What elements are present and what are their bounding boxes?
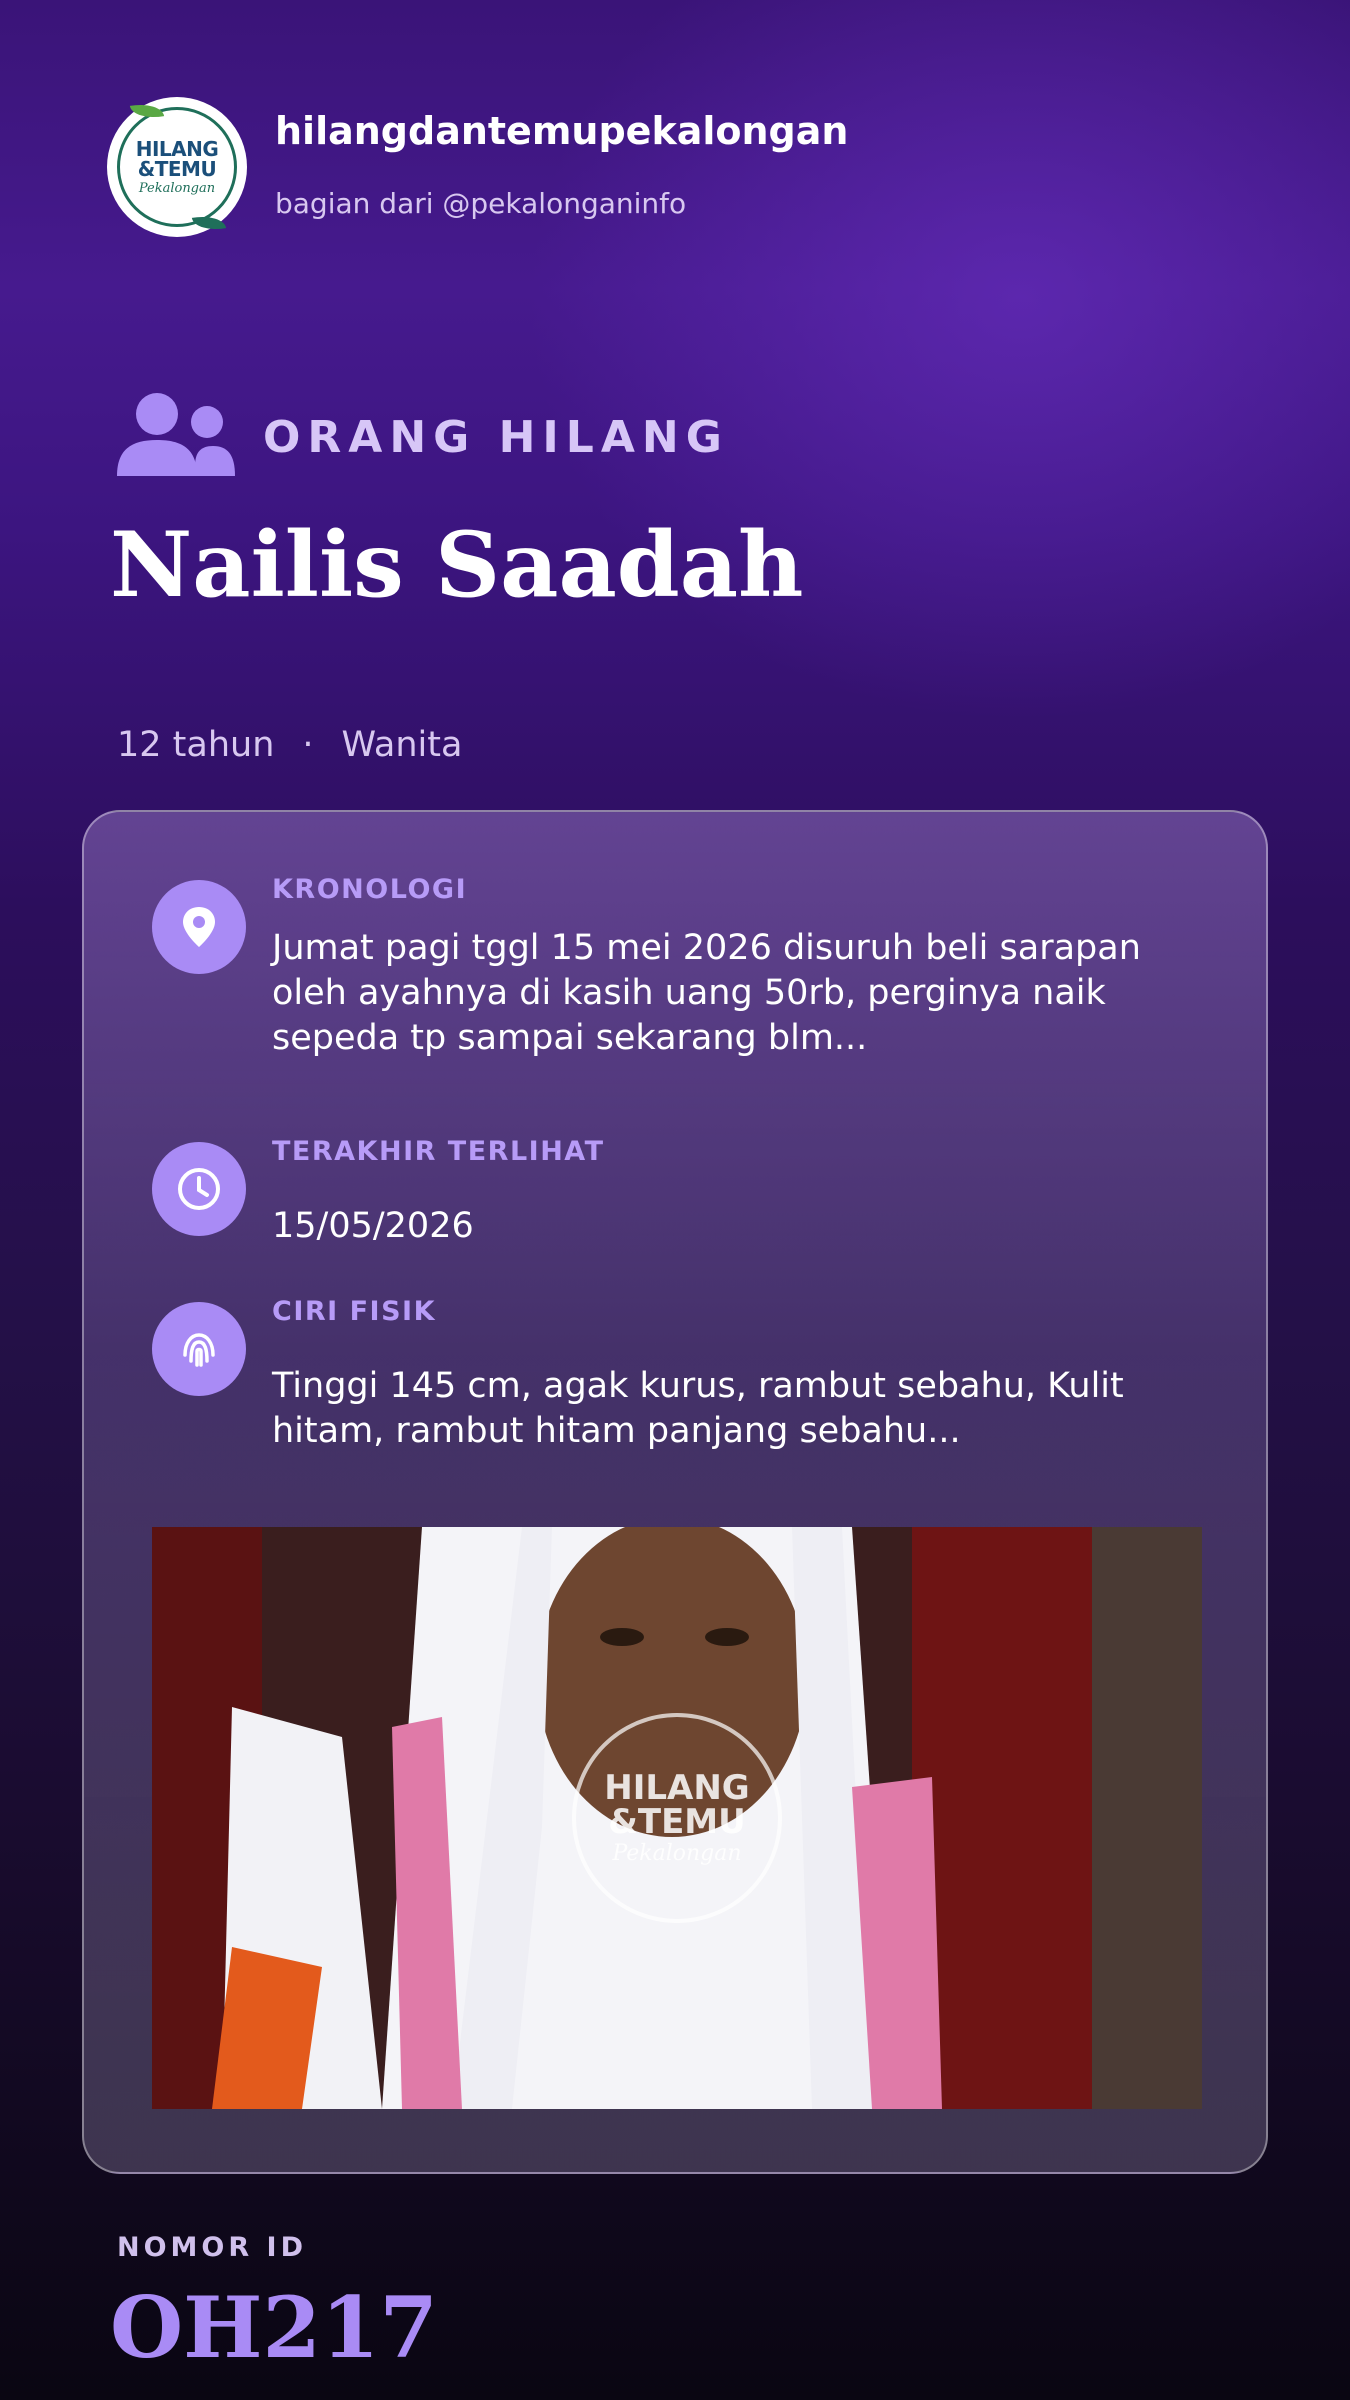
watermark-line-2: &TEMU	[608, 1802, 746, 1842]
person-photo[interactable]: HILANG &TEMU Pekalongan	[152, 1527, 1202, 2109]
category-label: ORANG HILANG	[263, 411, 729, 463]
person-gender: Wanita	[341, 725, 463, 765]
watermark-line-3: Pekalongan	[612, 1841, 742, 1866]
people-icon	[113, 390, 239, 484]
logo-ring	[117, 107, 237, 227]
detail-value: Jumat pagi tggl 15 mei 2026 disuruh beli…	[272, 928, 1141, 1058]
detail-terakhir-terlihat: TERAKHIR TERLIHAT 15/05/2026	[152, 1136, 1202, 1262]
detail-kronologi: KRONOLOGI Jumat pagi tggl 15 mei 2026 di…	[152, 874, 1202, 1080]
id-value: OH217	[110, 2278, 438, 2377]
detail-value: Tinggi 145 cm, agak kurus, rambut sebahu…	[272, 1366, 1124, 1451]
detail-label: CIRI FISIK	[272, 1296, 437, 1327]
header: HILANG &TEMU Pekalongan hilangdantemupek…	[107, 97, 848, 237]
account-info: hilangdantemupekalongan bagian dari @pek…	[275, 109, 848, 220]
details-card: KRONOLOGI Jumat pagi tggl 15 mei 2026 di…	[82, 810, 1268, 2174]
detail-ciri-fisik: CIRI FISIK Tinggi 145 cm, agak kurus, ra…	[152, 1296, 1202, 1462]
account-subtitle: bagian dari @pekalonganinfo	[275, 186, 687, 220]
detail-label: TERAKHIR TERLIHAT	[272, 1136, 605, 1167]
watermark-logo: HILANG &TEMU Pekalongan	[572, 1713, 782, 1923]
account-logo[interactable]: HILANG &TEMU Pekalongan	[107, 97, 247, 237]
category: ORANG HILANG	[113, 390, 729, 484]
id-label: NOMOR ID	[117, 2232, 308, 2263]
detail-label: KRONOLOGI	[272, 874, 468, 905]
person-name: Nailis Saadah	[110, 512, 804, 618]
detail-value: 15/05/2026	[272, 1206, 474, 1246]
person-age: 12 tahun	[117, 725, 275, 765]
watermark-line-1: HILANG	[604, 1768, 750, 1808]
map-pin-icon	[152, 880, 246, 974]
clock-icon	[152, 1142, 246, 1236]
meta-separator: ·	[302, 725, 314, 765]
account-name[interactable]: hilangdantemupekalongan	[275, 109, 848, 153]
fingerprint-icon	[152, 1302, 246, 1396]
person-meta: 12 tahun · Wanita	[117, 725, 462, 765]
